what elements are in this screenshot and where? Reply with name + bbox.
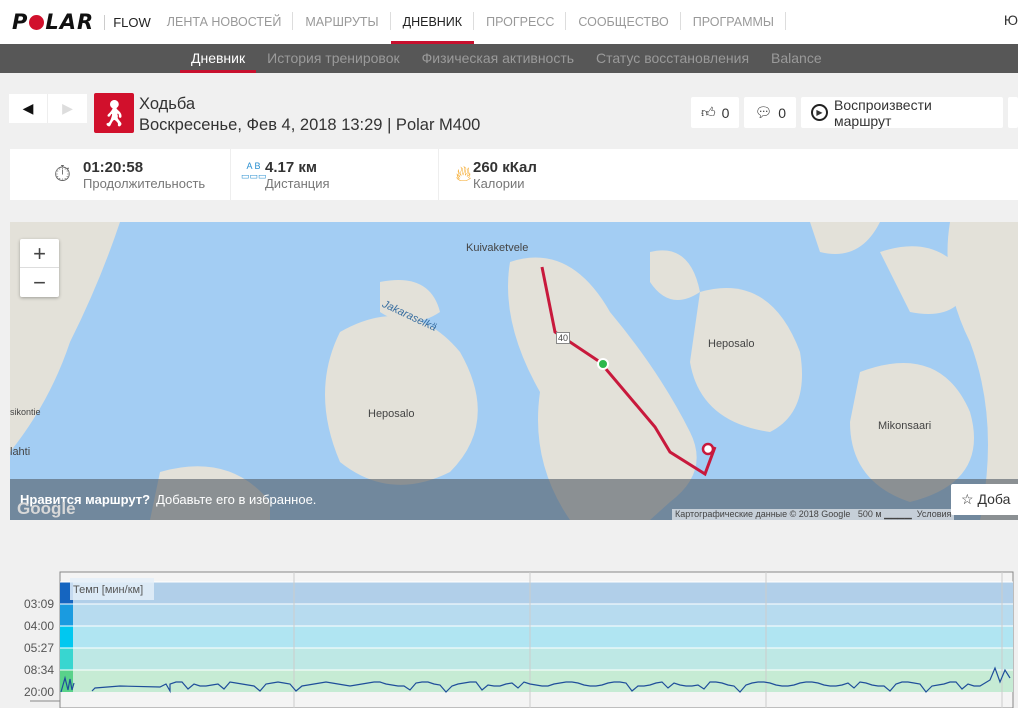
pace-chart[interactable]: Темп [мин/км] 03:09 04:00 05:27 08:34 20:00 <box>0 560 1018 708</box>
nav-news[interactable]: ЛЕНТА НОВОСТЕЙ <box>155 0 294 44</box>
google-logo: Google <box>17 499 76 518</box>
pace-zone-strip <box>60 626 73 648</box>
distance-label: Дистанция <box>265 175 330 191</box>
map-scale: 500 м <box>857 509 882 519</box>
more-button[interactable] <box>1008 97 1018 128</box>
flow-label: FLOW <box>104 14 151 30</box>
flame-icon: 🔥︎ <box>455 161 472 186</box>
user-menu[interactable]: Ю <box>1004 12 1018 28</box>
map-canvas <box>10 222 1018 520</box>
comment-button[interactable]: 💬︎ 0 <box>744 97 797 128</box>
route-map[interactable]: Kuivaketvele Jakaraselkä Heposalo Heposa… <box>10 222 1018 520</box>
subnav-balance[interactable]: Balance <box>760 44 833 73</box>
walking-icon: 🚶︎ <box>94 93 134 133</box>
subnav-history[interactable]: История тренировок <box>256 44 410 73</box>
pace-zone-band <box>60 648 1013 670</box>
y-tick-label: 20:00 <box>24 685 54 699</box>
nav-routes[interactable]: МАРШРУТЫ <box>293 0 391 44</box>
y-tick-label: 04:00 <box>24 619 54 633</box>
map-label: Kuivaketvele <box>466 242 529 254</box>
stats-bar: ⏱ 01:20:58 Продолжительность A B ▭▭▭ 4.17 км… <box>10 149 1018 200</box>
map-attribution: Картографические данные © 2018 Google 50… <box>672 509 955 520</box>
replay-route-button[interactable]: ▶ Воспроизвести маршрут <box>801 96 1004 129</box>
pace-zone-strip <box>60 648 73 670</box>
pace-zone-band <box>60 626 1013 648</box>
map-label: Mikonsaari <box>878 420 932 432</box>
thumbs-up-icon: 👍︎ <box>701 104 716 120</box>
top-nav: P LAR FLOW ЛЕНТА НОВОСТЕЙ МАРШРУТЫ ДНЕВНИ… <box>0 0 1018 44</box>
calories-value: 260 кКал <box>473 158 537 176</box>
zoom-in-button[interactable]: + <box>20 239 59 268</box>
stopwatch-icon: ⏱ <box>53 161 72 186</box>
y-tick-label: 08:34 <box>24 663 54 677</box>
add-favorite-button[interactable]: ☆ Доба <box>951 484 1018 515</box>
nav-community[interactable]: СООБЩЕСТВО <box>566 0 682 44</box>
prev-session-button[interactable]: ◀ <box>9 94 48 123</box>
map-label: sikontie <box>10 407 41 417</box>
map-label: lahti <box>10 446 31 458</box>
comment-count: 0 <box>778 104 787 121</box>
map-zoom-control: + − <box>20 239 59 297</box>
y-tick-label: 05:27 <box>24 641 54 655</box>
star-icon: ☆ <box>961 491 974 507</box>
ruler-icon: A B ▭▭▭ <box>241 161 267 181</box>
replay-label: Воспроизвести маршрут <box>834 96 932 129</box>
stat-distance: A B ▭▭▭ 4.17 км Дистанция <box>230 149 438 200</box>
map-label: Heposalo <box>368 408 415 420</box>
subnav-diary[interactable]: Дневник <box>180 44 257 73</box>
fav-text: Добавьте его в избранное. <box>156 492 317 507</box>
duration-label: Продолжительность <box>83 175 206 191</box>
add-favorite-label: Доба <box>977 491 1011 507</box>
stat-duration: ⏱ 01:20:58 Продолжительность <box>10 149 230 200</box>
polar-logo[interactable]: P LAR <box>12 10 94 34</box>
pace-zone-strip <box>60 604 73 626</box>
like-count: 0 <box>721 104 730 121</box>
attribution-text: Картографические данные © 2018 Google <box>675 509 851 519</box>
subnav-activity[interactable]: Физическая активность <box>411 44 585 73</box>
duration-value: 01:20:58 <box>83 158 144 176</box>
nav-progress[interactable]: ПРОГРЕСС <box>474 0 567 44</box>
zoom-out-button[interactable]: − <box>20 268 59 297</box>
comment-icon: 💬︎ <box>754 104 773 120</box>
pace-zone-band <box>60 582 1013 604</box>
nav-programs[interactable]: ПРОГРАММЫ <box>681 0 787 44</box>
subnav-recovery[interactable]: Статус восстановления <box>585 44 760 73</box>
terms-link[interactable]: Условия <box>917 509 952 519</box>
road-label: 40 <box>556 332 571 344</box>
chart-title: Темп [мин/км] <box>73 584 143 596</box>
next-session-button[interactable]: ▶ <box>48 94 87 123</box>
y-tick-label: 03:09 <box>24 597 54 611</box>
like-button[interactable]: 👍︎ 0 <box>691 97 740 128</box>
play-icon: ▶ <box>811 104 828 121</box>
sport-name: Ходьба <box>139 95 196 113</box>
calories-label: Калории <box>473 175 525 191</box>
session-details: Воскресенье, Фев 4, 2018 13:29 | Polar M… <box>139 116 481 134</box>
pace-zone-band <box>60 670 1013 692</box>
map-label: Heposalo <box>708 338 755 350</box>
pace-zone-band <box>60 604 1013 626</box>
distance-value: 4.17 км <box>265 158 317 176</box>
nav-diary[interactable]: ДНЕВНИК <box>390 0 475 44</box>
sub-nav: Дневник История тренировок Физическая ак… <box>0 44 1018 73</box>
session-arrows: ◀ ▶ <box>9 94 87 123</box>
stat-calories: 🔥︎ 260 кКал Калории <box>438 149 638 200</box>
